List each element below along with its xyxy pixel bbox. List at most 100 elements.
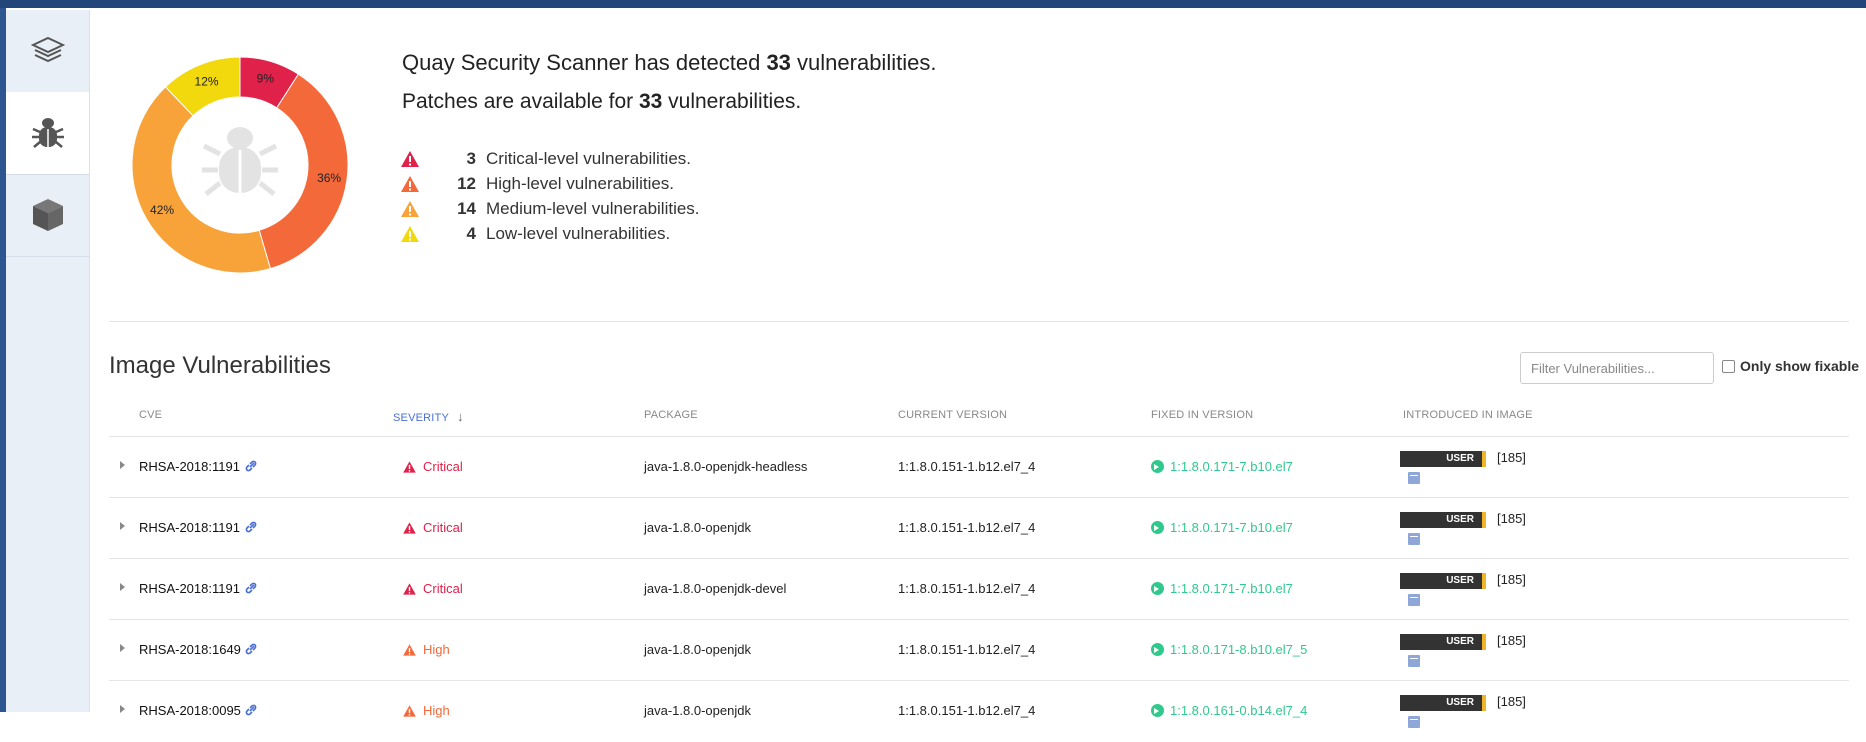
arrow-circle-right-icon xyxy=(1151,643,1164,656)
severity-label: High xyxy=(423,642,450,657)
warning-icon xyxy=(403,460,416,473)
severity-label: Critical xyxy=(423,581,463,596)
image-layer-number: [185] xyxy=(1497,511,1526,526)
warning-icon xyxy=(403,521,416,534)
arrow-circle-right-icon xyxy=(1151,582,1164,595)
current-version: 1:1.8.0.151-1.b12.el7_4 xyxy=(898,459,1036,474)
expand-row-icon[interactable] xyxy=(120,644,125,652)
external-link-icon[interactable] xyxy=(245,521,257,533)
expand-row-icon[interactable] xyxy=(120,522,125,530)
only-fixable-checkbox[interactable] xyxy=(1722,359,1735,373)
severity-cell: Critical xyxy=(402,520,463,535)
column-header-package[interactable]: PACKAGE xyxy=(644,409,698,421)
table-row[interactable]: RHSA-2018:1649 High java-1.8.0-openjdk 1:1.… xyxy=(109,619,1849,681)
severity-cell: Critical xyxy=(402,581,463,596)
layers-icon xyxy=(30,36,65,63)
column-header-introduced-in-image[interactable]: INTRODUCED IN IMAGE xyxy=(1403,409,1533,421)
top-bar xyxy=(0,0,1866,8)
fixed-in-version: 1:1.8.0.171-7.b10.el7 xyxy=(1151,581,1293,596)
current-version: 1:1.8.0.151-1.b12.el7_4 xyxy=(898,581,1036,596)
column-header-severity-label: SEVERITY xyxy=(393,412,450,424)
fixed-version-text: 1:1.8.0.171-7.b10.el7 xyxy=(1170,520,1293,535)
expand-row-icon[interactable] xyxy=(120,583,125,591)
column-header-fixed-in-version[interactable]: FIXED IN VERSION xyxy=(1151,409,1253,421)
severity-level-count: 12 xyxy=(457,174,476,193)
package-name: java-1.8.0-openjdk xyxy=(644,703,751,718)
image-layer-icon[interactable] xyxy=(1408,472,1420,484)
vulnerability-donut-chart: 9% 36% 42% 12% xyxy=(131,56,349,274)
patches-summary: Patches are available for 33 vulnerabili… xyxy=(402,90,801,114)
patches-suffix: vulnerabilities. xyxy=(662,90,802,113)
column-header-severity[interactable]: SEVERITY ↓ xyxy=(393,409,464,424)
expand-row-icon[interactable] xyxy=(120,461,125,469)
external-link-icon[interactable] xyxy=(245,704,257,716)
severity-level-label: High-level vulnerabilities. xyxy=(486,174,675,193)
warning-icon xyxy=(401,176,419,192)
image-layer-icon[interactable] xyxy=(1408,655,1420,667)
external-link-icon[interactable] xyxy=(245,460,257,472)
current-version: 1:1.8.0.151-1.b12.el7_4 xyxy=(898,642,1036,657)
fixed-version-text: 1:1.8.0.171-8.b10.el7_5 xyxy=(1170,642,1308,657)
table-row[interactable]: RHSA-2018:1191 Critical java-1.8.0-openjdk… xyxy=(109,497,1849,559)
sidebar xyxy=(6,10,90,712)
sort-desc-icon: ↓ xyxy=(457,409,464,424)
external-link-icon[interactable] xyxy=(245,582,257,594)
column-header-current-version[interactable]: CURRENT VERSION xyxy=(898,409,1007,421)
severity-level-row: 4 Low-level vulnerabilities. xyxy=(400,223,670,245)
image-command-badge[interactable]: USER xyxy=(1400,512,1486,528)
column-header-cve[interactable]: CVE xyxy=(139,409,162,421)
fixed-version-text: 1:1.8.0.161-0.b14.el7_4 xyxy=(1170,703,1308,718)
detected-suffix: vulnerabilities. xyxy=(790,50,937,75)
image-layer-icon[interactable] xyxy=(1408,716,1420,728)
cve-id: RHSA-2018:1649 xyxy=(139,642,241,657)
package-name: java-1.8.0-openjdk-headless xyxy=(644,459,808,474)
severity-level-count: 14 xyxy=(457,199,476,218)
image-command-badge[interactable]: USER xyxy=(1400,573,1486,589)
external-link-icon[interactable] xyxy=(245,643,257,655)
donut-label-critical: 9% xyxy=(257,72,275,86)
warning-icon xyxy=(403,582,416,595)
package-name: java-1.8.0-openjdk xyxy=(644,520,751,535)
severity-label: Critical xyxy=(423,459,463,474)
package-icon xyxy=(32,199,63,231)
arrow-circle-right-icon xyxy=(1151,704,1164,717)
image-layer-number: [185] xyxy=(1497,572,1526,587)
image-command-badge[interactable]: USER xyxy=(1400,634,1486,650)
arrow-circle-right-icon xyxy=(1151,521,1164,534)
image-command-badge[interactable]: USER xyxy=(1400,451,1486,467)
table-row[interactable]: RHSA-2018:0095 High java-1.8.0-openjdk 1:1.… xyxy=(109,680,1849,742)
fixed-in-version: 1:1.8.0.171-7.b10.el7 xyxy=(1151,459,1293,474)
image-layer-icon[interactable] xyxy=(1408,594,1420,606)
fixed-version-text: 1:1.8.0.171-7.b10.el7 xyxy=(1170,581,1293,596)
tab-packages[interactable] xyxy=(6,174,89,257)
image-command-badge[interactable]: USER xyxy=(1400,695,1486,711)
donut-label-medium: 42% xyxy=(150,203,174,217)
severity-level-row: 3 Critical-level vulnerabilities. xyxy=(400,148,691,170)
warning-icon xyxy=(403,704,416,717)
warning-icon xyxy=(401,151,419,167)
severity-level-count: 4 xyxy=(466,224,476,243)
severity-label: Critical xyxy=(423,520,463,535)
severity-level-row: 14 Medium-level vulnerabilities. xyxy=(400,198,700,220)
severity-level-row: 12 High-level vulnerabilities. xyxy=(400,173,674,195)
tab-layers[interactable] xyxy=(6,10,89,93)
center-bug-icon xyxy=(202,127,278,196)
cve-id: RHSA-2018:1191 xyxy=(139,520,240,535)
severity-cell: High xyxy=(402,703,450,718)
table-row[interactable]: RHSA-2018:1191 Critical java-1.8.0-openjdk… xyxy=(109,436,1849,498)
severity-level-label: Critical-level vulnerabilities. xyxy=(486,149,692,168)
filter-vulnerabilities-input[interactable] xyxy=(1520,352,1714,384)
cve-id: RHSA-2018:0095 xyxy=(139,703,241,718)
only-fixable-toggle[interactable]: Only show fixable xyxy=(1722,358,1859,374)
image-layer-icon[interactable] xyxy=(1408,533,1420,545)
table-row[interactable]: RHSA-2018:1191 Critical java-1.8.0-openjdk… xyxy=(109,558,1849,620)
tab-security[interactable] xyxy=(6,92,89,175)
bug-icon xyxy=(31,118,64,148)
detected-prefix: Quay Security Scanner has detected xyxy=(402,50,767,75)
warning-icon xyxy=(403,643,416,656)
image-layer-number: [185] xyxy=(1497,694,1526,709)
image-layer-number: [185] xyxy=(1497,633,1526,648)
severity-level-label: Medium-level vulnerabilities. xyxy=(486,199,700,218)
patches-prefix: Patches are available for xyxy=(402,90,639,113)
current-version: 1:1.8.0.151-1.b12.el7_4 xyxy=(898,520,1036,535)
